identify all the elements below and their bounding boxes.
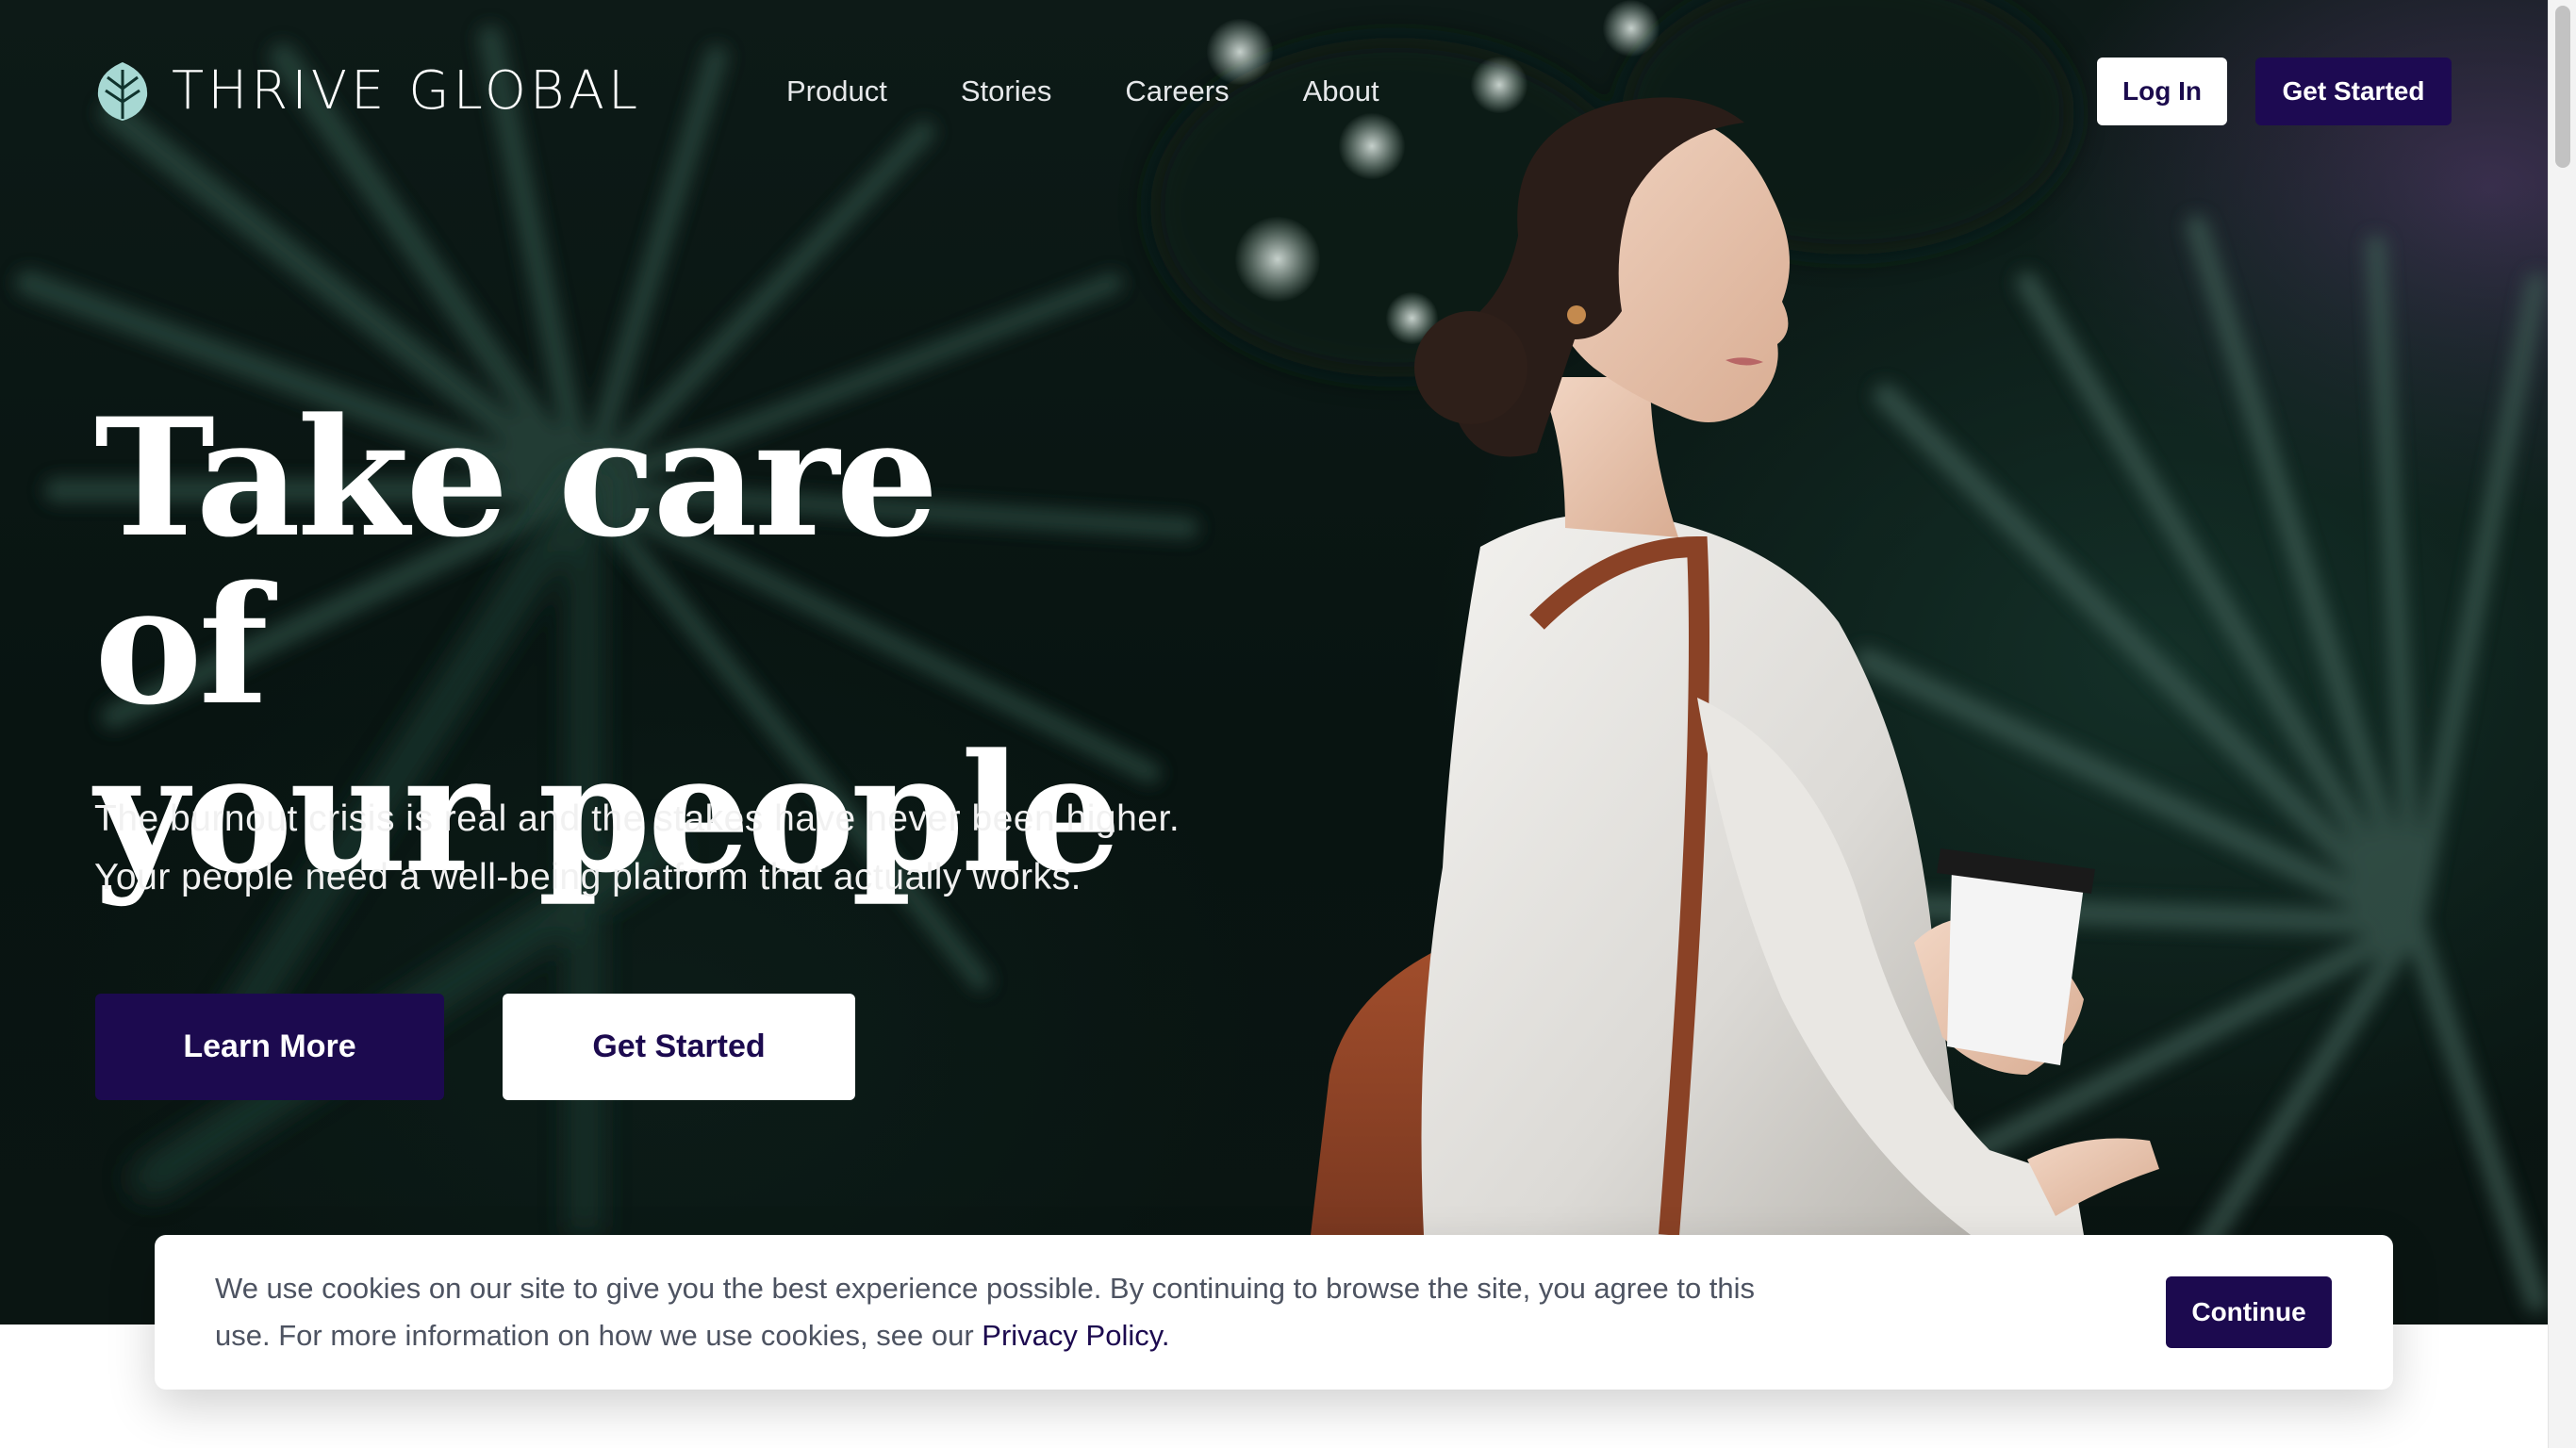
- nav-item-careers[interactable]: Careers: [1125, 70, 1229, 113]
- hero-subcopy-line-1: The burnout crisis is real and the stake…: [94, 798, 1181, 839]
- log-in-button[interactable]: Log In: [2097, 58, 2227, 125]
- leaf-icon: [97, 62, 148, 121]
- hero-get-started-button[interactable]: Get Started: [503, 994, 855, 1100]
- hero-woman-image: [1311, 97, 2159, 1236]
- scrollbar-thumb[interactable]: [2555, 6, 2570, 168]
- main-nav: Product Stories Careers About: [786, 70, 1379, 113]
- nav-item-about[interactable]: About: [1303, 70, 1379, 113]
- nav-item-product[interactable]: Product: [786, 70, 887, 113]
- bokeh-light: [1603, 0, 1660, 57]
- learn-more-button[interactable]: Learn More: [95, 994, 444, 1100]
- brand-name: THRIVE GLOBAL: [172, 60, 642, 122]
- hero-subcopy-line-2: Your people need a well-being platform t…: [94, 857, 1082, 897]
- continue-button[interactable]: Continue: [2166, 1276, 2332, 1348]
- hero-headline-line-1: Take care of: [94, 382, 939, 741]
- page-viewport: THRIVE GLOBAL Product Stories Careers Ab…: [0, 0, 2548, 1448]
- page-scrollbar[interactable]: [2548, 0, 2576, 1448]
- hero-section: THRIVE GLOBAL Product Stories Careers Ab…: [0, 0, 2548, 1325]
- nav-item-stories[interactable]: Stories: [961, 70, 1051, 113]
- header-get-started-button[interactable]: Get Started: [2255, 58, 2452, 125]
- cookie-banner: We use cookies on our site to give you t…: [155, 1235, 2393, 1390]
- brand-logo[interactable]: THRIVE GLOBAL: [94, 58, 641, 124]
- cookie-message: We use cookies on our site to give you t…: [215, 1265, 1818, 1359]
- hero-subcopy: The burnout crisis is real and the stake…: [94, 790, 1282, 907]
- privacy-policy-link[interactable]: Privacy Policy.: [982, 1319, 1169, 1352]
